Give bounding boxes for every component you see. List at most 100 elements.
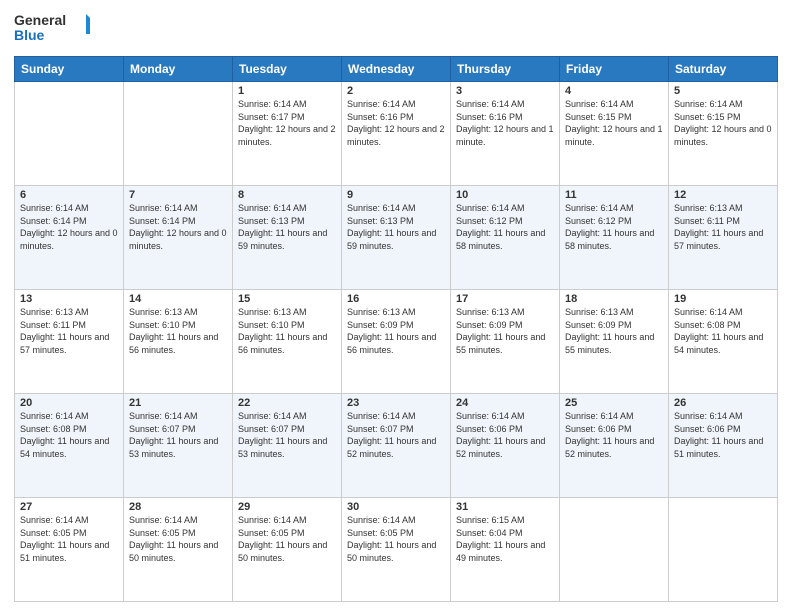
calendar-cell: 15 Sunrise: 6:13 AMSunset: 6:10 PMDaylig… <box>233 290 342 394</box>
calendar-cell: 13 Sunrise: 6:13 AMSunset: 6:11 PMDaylig… <box>15 290 124 394</box>
day-number: 14 <box>129 293 227 305</box>
day-number: 2 <box>347 85 445 97</box>
cell-info: Sunrise: 6:13 AMSunset: 6:09 PMDaylight:… <box>347 307 436 355</box>
day-number: 25 <box>565 397 663 409</box>
calendar-cell: 16 Sunrise: 6:13 AMSunset: 6:09 PMDaylig… <box>342 290 451 394</box>
day-number: 15 <box>238 293 336 305</box>
calendar-cell: 4 Sunrise: 6:14 AMSunset: 6:15 PMDayligh… <box>560 82 669 186</box>
cell-info: Sunrise: 6:14 AMSunset: 6:17 PMDaylight:… <box>238 99 336 147</box>
calendar-cell: 26 Sunrise: 6:14 AMSunset: 6:06 PMDaylig… <box>669 394 778 498</box>
calendar-cell: 10 Sunrise: 6:14 AMSunset: 6:12 PMDaylig… <box>451 186 560 290</box>
cell-info: Sunrise: 6:13 AMSunset: 6:10 PMDaylight:… <box>129 307 218 355</box>
day-number: 20 <box>20 397 118 409</box>
calendar-week-row: 27 Sunrise: 6:14 AMSunset: 6:05 PMDaylig… <box>15 498 778 602</box>
col-header-monday: Monday <box>124 57 233 82</box>
cell-info: Sunrise: 6:14 AMSunset: 6:05 PMDaylight:… <box>347 515 436 563</box>
cell-info: Sunrise: 6:14 AMSunset: 6:05 PMDaylight:… <box>20 515 109 563</box>
calendar-cell: 19 Sunrise: 6:14 AMSunset: 6:08 PMDaylig… <box>669 290 778 394</box>
cell-info: Sunrise: 6:14 AMSunset: 6:13 PMDaylight:… <box>238 203 327 251</box>
calendar-week-row: 20 Sunrise: 6:14 AMSunset: 6:08 PMDaylig… <box>15 394 778 498</box>
cell-info: Sunrise: 6:14 AMSunset: 6:16 PMDaylight:… <box>347 99 445 147</box>
day-number: 26 <box>674 397 772 409</box>
cell-info: Sunrise: 6:14 AMSunset: 6:15 PMDaylight:… <box>565 99 663 147</box>
cell-info: Sunrise: 6:14 AMSunset: 6:05 PMDaylight:… <box>238 515 327 563</box>
calendar-cell: 29 Sunrise: 6:14 AMSunset: 6:05 PMDaylig… <box>233 498 342 602</box>
col-header-thursday: Thursday <box>451 57 560 82</box>
day-number: 10 <box>456 189 554 201</box>
col-header-saturday: Saturday <box>669 57 778 82</box>
svg-text:General: General <box>14 12 66 28</box>
day-number: 4 <box>565 85 663 97</box>
calendar-cell: 20 Sunrise: 6:14 AMSunset: 6:08 PMDaylig… <box>15 394 124 498</box>
cell-info: Sunrise: 6:13 AMSunset: 6:11 PMDaylight:… <box>20 307 109 355</box>
calendar-cell: 17 Sunrise: 6:13 AMSunset: 6:09 PMDaylig… <box>451 290 560 394</box>
cell-info: Sunrise: 6:14 AMSunset: 6:08 PMDaylight:… <box>674 307 763 355</box>
calendar-cell: 28 Sunrise: 6:14 AMSunset: 6:05 PMDaylig… <box>124 498 233 602</box>
cell-info: Sunrise: 6:14 AMSunset: 6:06 PMDaylight:… <box>456 411 545 459</box>
day-number: 13 <box>20 293 118 305</box>
day-number: 6 <box>20 189 118 201</box>
calendar-cell: 30 Sunrise: 6:14 AMSunset: 6:05 PMDaylig… <box>342 498 451 602</box>
day-number: 1 <box>238 85 336 97</box>
col-header-tuesday: Tuesday <box>233 57 342 82</box>
cell-info: Sunrise: 6:13 AMSunset: 6:10 PMDaylight:… <box>238 307 327 355</box>
cell-info: Sunrise: 6:14 AMSunset: 6:08 PMDaylight:… <box>20 411 109 459</box>
cell-info: Sunrise: 6:14 AMSunset: 6:07 PMDaylight:… <box>129 411 218 459</box>
calendar-cell <box>124 82 233 186</box>
day-number: 7 <box>129 189 227 201</box>
cell-info: Sunrise: 6:14 AMSunset: 6:05 PMDaylight:… <box>129 515 218 563</box>
calendar-header-row: SundayMondayTuesdayWednesdayThursdayFrid… <box>15 57 778 82</box>
cell-info: Sunrise: 6:14 AMSunset: 6:07 PMDaylight:… <box>347 411 436 459</box>
cell-info: Sunrise: 6:14 AMSunset: 6:12 PMDaylight:… <box>456 203 545 251</box>
calendar-cell: 23 Sunrise: 6:14 AMSunset: 6:07 PMDaylig… <box>342 394 451 498</box>
calendar-cell: 31 Sunrise: 6:15 AMSunset: 6:04 PMDaylig… <box>451 498 560 602</box>
day-number: 19 <box>674 293 772 305</box>
page: General Blue SundayMondayTuesdayWednesda… <box>0 0 792 612</box>
day-number: 17 <box>456 293 554 305</box>
calendar-cell <box>15 82 124 186</box>
day-number: 12 <box>674 189 772 201</box>
calendar-cell: 25 Sunrise: 6:14 AMSunset: 6:06 PMDaylig… <box>560 394 669 498</box>
calendar-week-row: 6 Sunrise: 6:14 AMSunset: 6:14 PMDayligh… <box>15 186 778 290</box>
day-number: 24 <box>456 397 554 409</box>
calendar-cell: 12 Sunrise: 6:13 AMSunset: 6:11 PMDaylig… <box>669 186 778 290</box>
calendar-cell: 9 Sunrise: 6:14 AMSunset: 6:13 PMDayligh… <box>342 186 451 290</box>
logo: General Blue <box>14 10 94 48</box>
calendar-cell: 11 Sunrise: 6:14 AMSunset: 6:12 PMDaylig… <box>560 186 669 290</box>
cell-info: Sunrise: 6:14 AMSunset: 6:16 PMDaylight:… <box>456 99 554 147</box>
calendar-cell: 21 Sunrise: 6:14 AMSunset: 6:07 PMDaylig… <box>124 394 233 498</box>
col-header-friday: Friday <box>560 57 669 82</box>
calendar-cell: 6 Sunrise: 6:14 AMSunset: 6:14 PMDayligh… <box>15 186 124 290</box>
calendar-cell: 24 Sunrise: 6:14 AMSunset: 6:06 PMDaylig… <box>451 394 560 498</box>
calendar-cell <box>560 498 669 602</box>
cell-info: Sunrise: 6:14 AMSunset: 6:13 PMDaylight:… <box>347 203 436 251</box>
day-number: 31 <box>456 501 554 513</box>
cell-info: Sunrise: 6:14 AMSunset: 6:15 PMDaylight:… <box>674 99 772 147</box>
day-number: 9 <box>347 189 445 201</box>
calendar-cell: 3 Sunrise: 6:14 AMSunset: 6:16 PMDayligh… <box>451 82 560 186</box>
day-number: 8 <box>238 189 336 201</box>
calendar-cell <box>669 498 778 602</box>
calendar-cell: 14 Sunrise: 6:13 AMSunset: 6:10 PMDaylig… <box>124 290 233 394</box>
day-number: 29 <box>238 501 336 513</box>
cell-info: Sunrise: 6:14 AMSunset: 6:12 PMDaylight:… <box>565 203 654 251</box>
day-number: 5 <box>674 85 772 97</box>
cell-info: Sunrise: 6:13 AMSunset: 6:09 PMDaylight:… <box>456 307 545 355</box>
cell-info: Sunrise: 6:14 AMSunset: 6:14 PMDaylight:… <box>20 203 118 251</box>
day-number: 11 <box>565 189 663 201</box>
logo-svg: General Blue <box>14 10 94 48</box>
header: General Blue <box>14 10 778 48</box>
day-number: 21 <box>129 397 227 409</box>
col-header-sunday: Sunday <box>15 57 124 82</box>
calendar-cell: 18 Sunrise: 6:13 AMSunset: 6:09 PMDaylig… <box>560 290 669 394</box>
day-number: 3 <box>456 85 554 97</box>
day-number: 30 <box>347 501 445 513</box>
day-number: 22 <box>238 397 336 409</box>
calendar-cell: 1 Sunrise: 6:14 AMSunset: 6:17 PMDayligh… <box>233 82 342 186</box>
day-number: 28 <box>129 501 227 513</box>
calendar-week-row: 1 Sunrise: 6:14 AMSunset: 6:17 PMDayligh… <box>15 82 778 186</box>
calendar-cell: 22 Sunrise: 6:14 AMSunset: 6:07 PMDaylig… <box>233 394 342 498</box>
calendar-cell: 7 Sunrise: 6:14 AMSunset: 6:14 PMDayligh… <box>124 186 233 290</box>
calendar-table: SundayMondayTuesdayWednesdayThursdayFrid… <box>14 56 778 602</box>
calendar-cell: 5 Sunrise: 6:14 AMSunset: 6:15 PMDayligh… <box>669 82 778 186</box>
